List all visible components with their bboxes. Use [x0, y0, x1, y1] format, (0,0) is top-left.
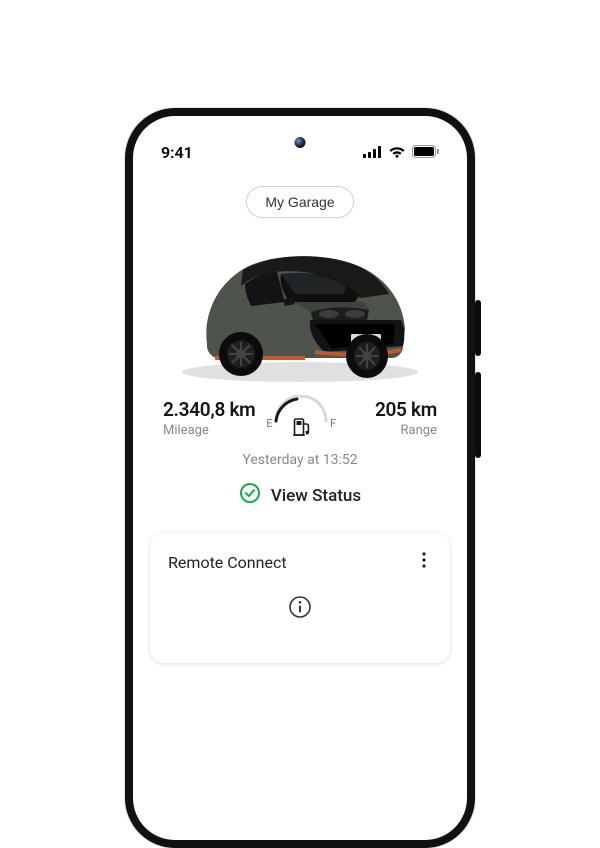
fuel-full-label: F	[330, 417, 336, 440]
battery-icon	[412, 143, 439, 162]
info-circle-icon[interactable]	[288, 595, 312, 623]
vehicle-image: AYGO X	[155, 224, 445, 389]
fuel-gauge: E F	[266, 395, 336, 440]
status-time: 9:41	[161, 143, 193, 162]
remote-connect-card: Remote Connect	[150, 533, 450, 663]
status-indicators	[363, 143, 439, 162]
front-camera	[295, 137, 306, 148]
mileage-label: Mileage	[163, 423, 255, 438]
cellular-icon	[363, 143, 382, 162]
mileage-stat: 2.340,8 km Mileage	[163, 398, 255, 438]
phone-side-button-1	[475, 300, 481, 356]
remote-connect-title: Remote Connect	[168, 553, 287, 572]
mileage-value: 2.340,8 km	[163, 398, 255, 421]
wifi-icon	[388, 143, 406, 162]
range-label: Range	[347, 423, 437, 438]
my-garage-button[interactable]: My Garage	[246, 186, 353, 218]
phone-side-button-2	[475, 372, 481, 458]
check-circle-icon	[239, 482, 261, 509]
last-updated: Yesterday at 13:52	[242, 452, 357, 468]
view-status-button[interactable]: View Status	[239, 482, 361, 509]
phone-frame: 9:41	[125, 108, 475, 848]
fuel-pump-icon	[292, 417, 310, 440]
more-vert-icon[interactable]	[416, 551, 432, 573]
view-status-label: View Status	[271, 486, 361, 506]
range-value: 205 km	[347, 398, 437, 421]
range-stat: 205 km Range	[347, 398, 437, 438]
fuel-empty-label: E	[266, 417, 272, 440]
